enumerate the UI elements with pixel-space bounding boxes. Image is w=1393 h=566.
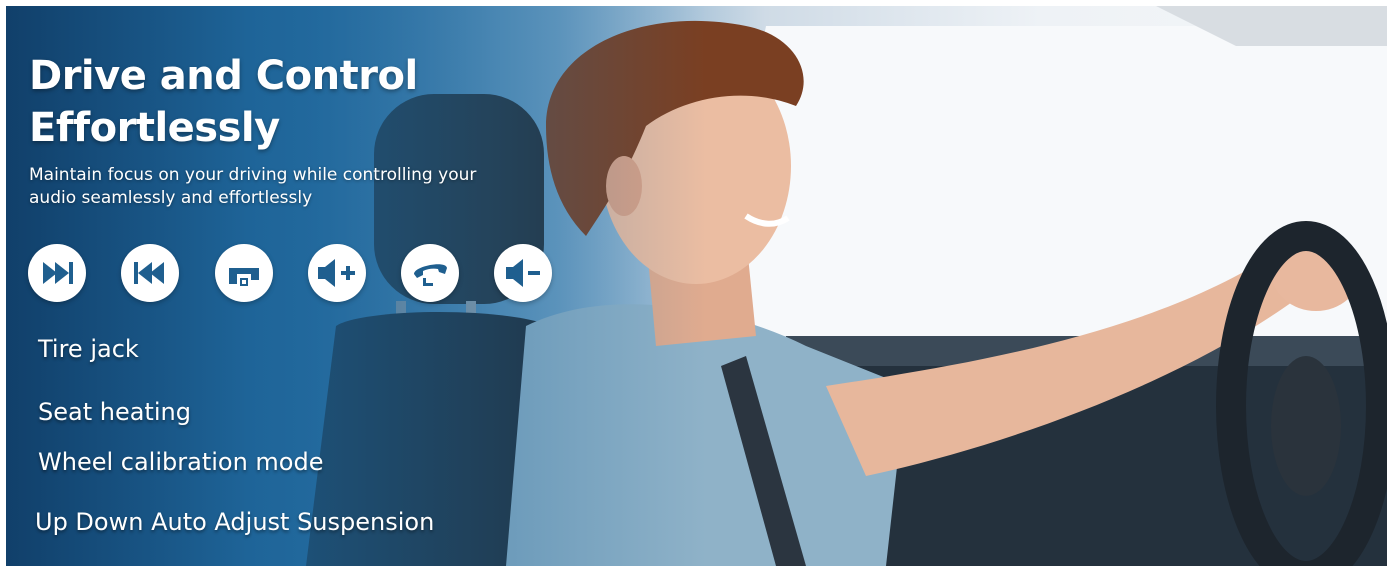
feature-suspension: Up Down Auto Adjust Suspension — [35, 508, 435, 536]
next-track-icon — [28, 244, 86, 302]
banner-title: Drive and Control Effortlessly — [29, 53, 418, 151]
previous-track-icon — [121, 244, 179, 302]
feature-seat-heating: Seat heating — [38, 398, 191, 426]
feature-wheel-calibration: Wheel calibration mode — [38, 448, 324, 476]
phone-answer-icon — [401, 244, 459, 302]
mode-icon — [215, 244, 273, 302]
feature-tire-jack: Tire jack — [38, 335, 139, 363]
banner-subtitle: Maintain focus on your driving while con… — [29, 165, 477, 208]
promo-banner: Drive and Control Effortlessly Maintain … — [6, 6, 1387, 566]
volume-up-icon — [308, 244, 366, 302]
volume-down-icon — [494, 244, 552, 302]
